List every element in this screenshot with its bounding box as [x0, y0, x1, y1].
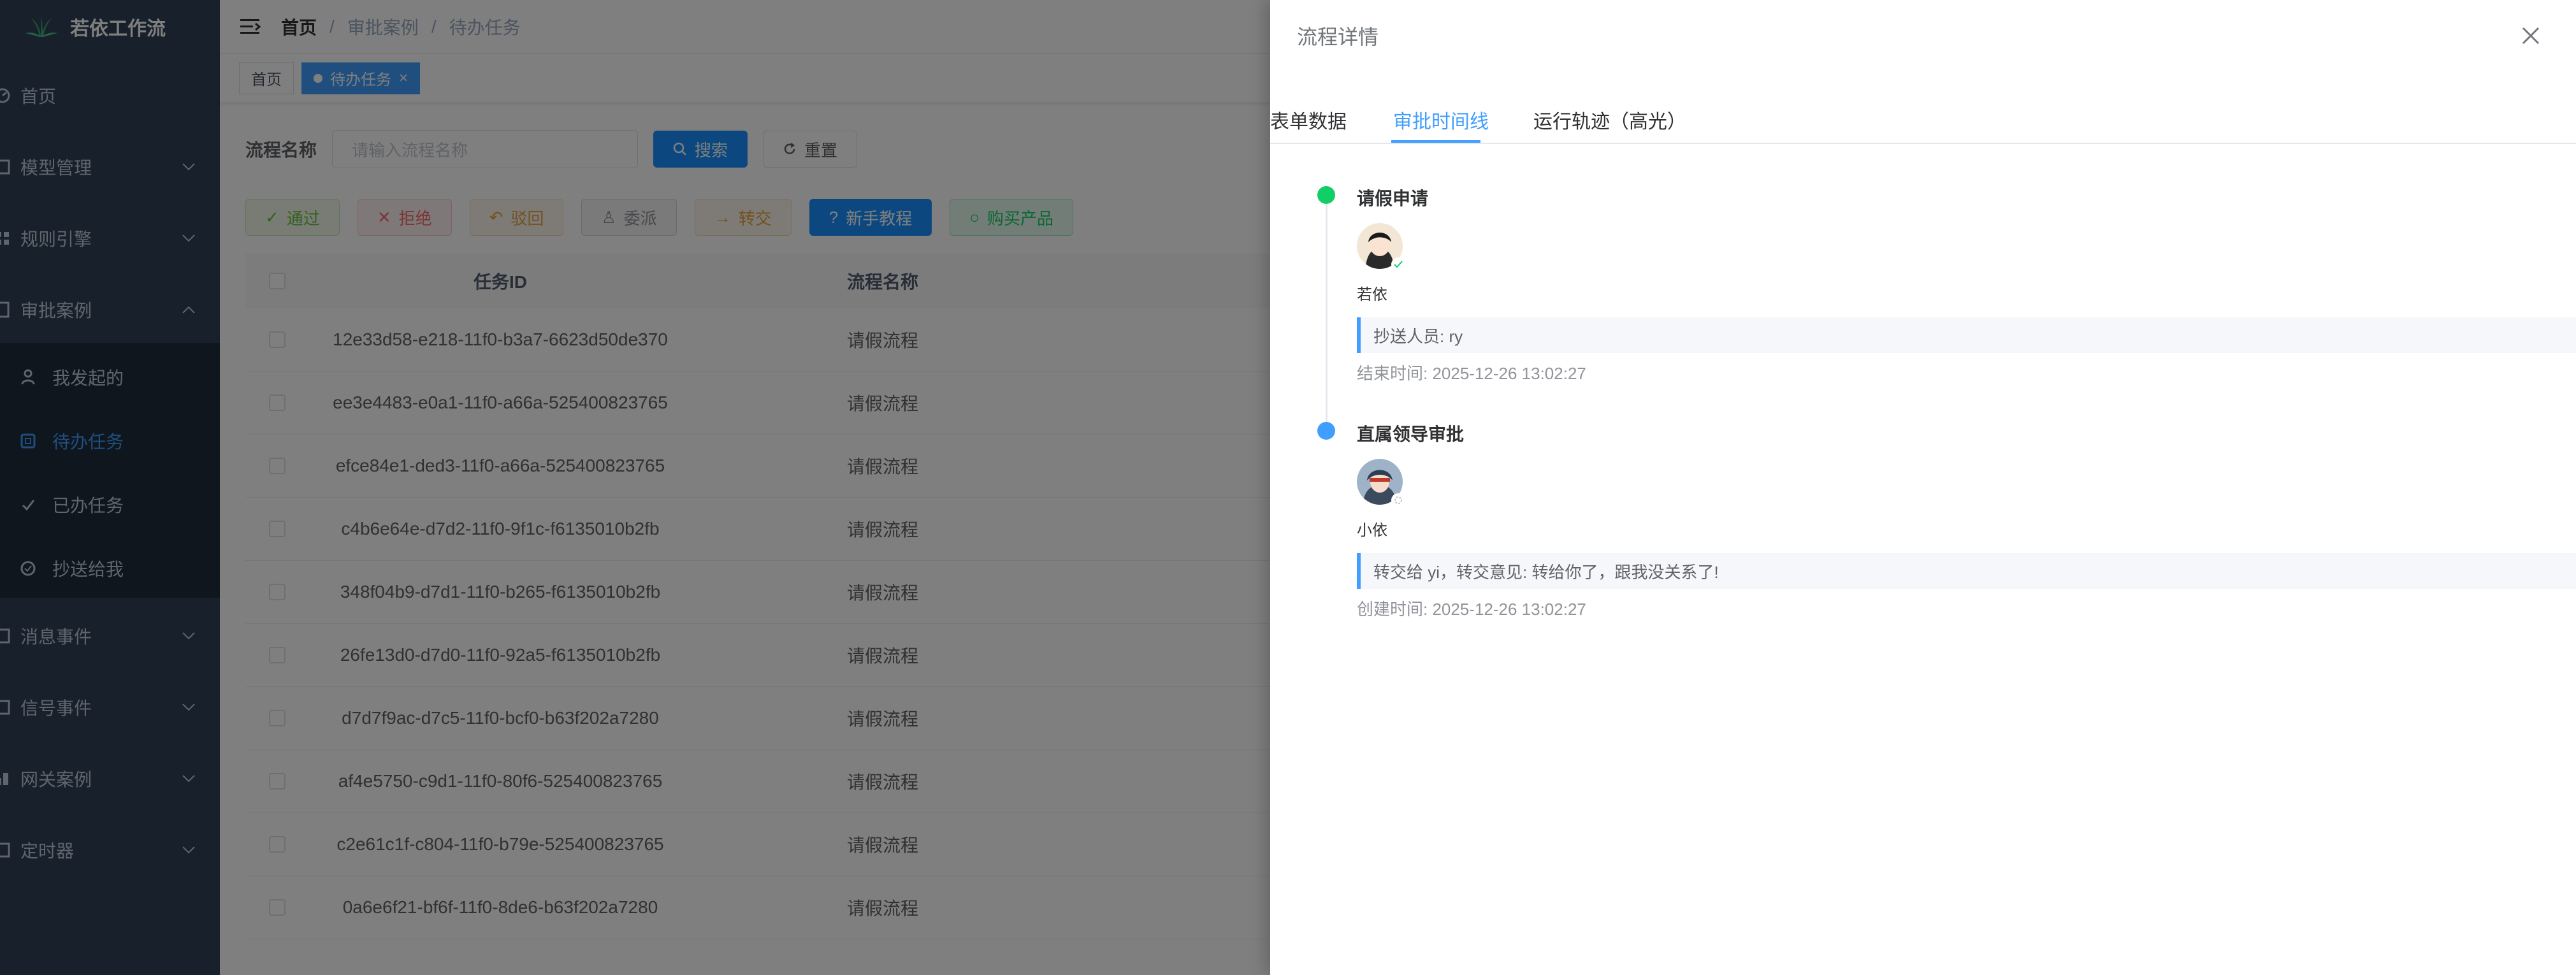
drawer-header: 流程详情 — [1270, 0, 2576, 71]
process-detail-drawer: 流程详情 表单数据 审批时间线 运行轨迹（高光） 请假申请 若依 抄送人员: r… — [1270, 0, 2576, 975]
timeline-connector — [1326, 196, 1328, 433]
timeline-user: 小依 — [1357, 522, 1387, 539]
pending-loading-icon — [1391, 493, 1405, 507]
approved-check-icon — [1391, 257, 1405, 271]
tab-active-indicator — [1391, 140, 1480, 143]
tab-form-data[interactable]: 表单数据 — [1270, 96, 1347, 144]
timeline-node-done — [1317, 186, 1335, 204]
timeline-item-title: 请假申请 — [1357, 189, 1429, 208]
timeline-time: 结束时间: 2025-12-26 13:02:27 — [1357, 364, 1586, 383]
tab-approval-timeline[interactable]: 审批时间线 — [1393, 96, 1489, 144]
close-icon[interactable] — [2519, 24, 2542, 47]
timeline-comment: 转交给 yi，转交意见: 转给你了，跟我没关系了! — [1357, 553, 2576, 589]
timeline-user: 若依 — [1357, 286, 1387, 303]
drawer-tabs: 表单数据 审批时间线 运行轨迹（高光） — [1270, 96, 2576, 144]
tab-run-trace[interactable]: 运行轨迹（高光） — [1533, 96, 1686, 144]
timeline-time: 创建时间: 2025-12-26 13:02:27 — [1357, 600, 1586, 619]
timeline-item-title: 直属领导审批 — [1357, 424, 1465, 444]
drawer-title: 流程详情 — [1297, 25, 1379, 48]
timeline-node-pending — [1317, 422, 1335, 440]
timeline-comment: 抄送人员: ry — [1357, 317, 2576, 353]
